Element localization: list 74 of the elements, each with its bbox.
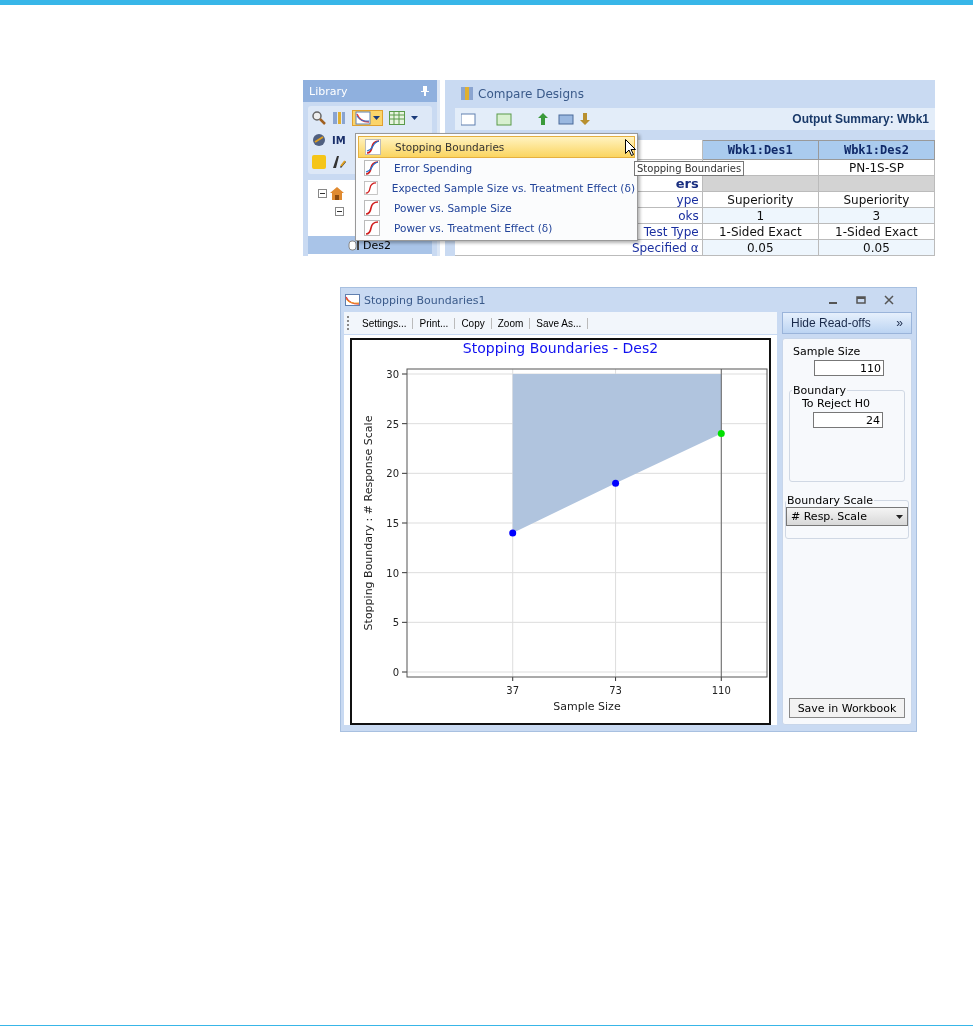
- caret-icon: [373, 116, 380, 120]
- table-cell: Superiority: [727, 192, 794, 207]
- sample-size-field[interactable]: 110: [814, 360, 884, 376]
- row-label: Test Type: [643, 224, 699, 239]
- table-cell: 1-Sided Exact: [718, 224, 802, 239]
- table-cell: 0.05: [746, 240, 774, 255]
- column-header: Wbk1:Des1: [702, 140, 819, 160]
- table-icon[interactable]: [389, 111, 405, 125]
- table-cell: PN-1S-SP: [848, 160, 904, 175]
- y-axis-label: Stopping Boundary : # Response Scale: [362, 415, 375, 631]
- y-tick-label: 10: [386, 567, 399, 579]
- y-tick-label: 0: [392, 667, 399, 678]
- bars-icon: [461, 87, 473, 101]
- maximize-icon[interactable]: [856, 295, 866, 305]
- menu-item[interactable]: Error Spending: [358, 158, 635, 178]
- caret-icon[interactable]: [411, 116, 418, 120]
- close-icon[interactable]: [884, 295, 894, 305]
- y-tick-label: 15: [386, 518, 399, 529]
- chart-icon: [364, 180, 378, 196]
- collapse-icon[interactable]: [318, 188, 327, 198]
- menu-item[interactable]: Stopping Boundaries: [358, 136, 635, 158]
- tooltip: Stopping Boundaries: [634, 161, 745, 176]
- chart-icon: [364, 160, 380, 176]
- y-tick-label: 25: [386, 418, 399, 430]
- window-title: Stopping Boundaries1: [364, 293, 487, 307]
- menu-item[interactable]: Power vs. Sample Size: [358, 198, 635, 218]
- toolbar-button[interactable]: Copy: [455, 317, 492, 329]
- hide-read-offs-button[interactable]: Hide Read-offs »: [782, 312, 912, 334]
- y-tick-label: 30: [386, 369, 399, 380]
- group-label: Boundary: [792, 384, 847, 397]
- x-tick-label: 37: [506, 685, 520, 696]
- scale-dropdown[interactable]: # Resp. Scale: [786, 507, 908, 526]
- home-icon: [330, 186, 344, 200]
- x-axis-label: Sample Size: [553, 700, 621, 713]
- summary-title: Output Summary: Wbk1: [792, 111, 929, 126]
- menu-item[interactable]: Expected Sample Size vs. Treatment Effect (δ): [358, 178, 635, 198]
- row-label: ype: [676, 192, 699, 207]
- chart-icon: [364, 200, 380, 216]
- table-cell: Superiority: [843, 192, 910, 207]
- save-in-workbook-button[interactable]: Save in Workbook: [789, 698, 905, 718]
- table-cell: 3: [872, 208, 881, 223]
- row-label: ers: [675, 176, 699, 191]
- toolbar-button[interactable]: Settings...: [356, 317, 414, 329]
- magnifier-icon[interactable]: [312, 111, 326, 125]
- chart-icon: [364, 220, 380, 236]
- chart-dropdown-button[interactable]: [352, 110, 383, 126]
- library-title: Library: [309, 84, 348, 98]
- collapse-icon[interactable]: [335, 206, 344, 216]
- x-tick-label: 73: [609, 685, 622, 696]
- reject-field[interactable]: 24: [813, 412, 883, 428]
- menu-item[interactable]: Power vs. Treatment Effect (δ): [358, 218, 635, 238]
- table-cell: 1-Sided Exact: [835, 224, 918, 239]
- row-label: Specified α: [631, 240, 699, 255]
- caret-icon: [896, 514, 903, 519]
- field-label: Sample Size: [793, 345, 862, 358]
- table-cell: 1: [756, 208, 765, 223]
- x-tick-label: 110: [711, 685, 731, 696]
- y-tick-label: 5: [392, 617, 399, 629]
- table-cell: 0.05: [863, 240, 890, 255]
- im-button[interactable]: IM: [332, 134, 346, 146]
- chart-icon: [365, 139, 381, 155]
- field-label: To Reject H0: [802, 397, 871, 410]
- circle-logo-icon[interactable]: [312, 133, 326, 147]
- group-label: Boundary Scale: [786, 494, 875, 507]
- chart-title: Stopping Boundaries - Des2: [461, 340, 660, 358]
- window-title: Compare Designs: [478, 86, 584, 101]
- row-label: oks: [678, 208, 699, 223]
- toolbar-button[interactable]: Save As...: [530, 317, 589, 329]
- column-header: Wbk1:Des2: [818, 140, 935, 160]
- toolbar-button[interactable]: Zoom: [491, 317, 531, 329]
- y-tick-label: 20: [386, 468, 399, 480]
- pen-icon[interactable]: [332, 155, 346, 169]
- chart-window-icon: [345, 293, 360, 307]
- toolbar-button[interactable]: Print...: [413, 317, 456, 329]
